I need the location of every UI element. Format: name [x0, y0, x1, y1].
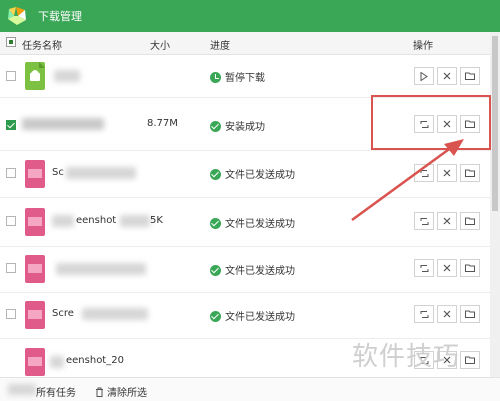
delete-button[interactable]	[437, 259, 457, 277]
image-file-icon	[25, 255, 45, 283]
folder-icon	[465, 356, 475, 364]
check-circle-icon	[210, 218, 221, 229]
all-tasks-link[interactable]: 所有任务	[36, 384, 76, 399]
resume-button[interactable]	[414, 67, 434, 85]
window-title: 下载管理	[38, 10, 82, 23]
refresh-icon	[420, 265, 428, 272]
select-all-checkbox[interactable]	[6, 37, 16, 47]
row-checkbox[interactable]	[6, 71, 16, 81]
column-progress: 进度	[210, 41, 230, 52]
status-text: 文件已发送成功	[210, 262, 295, 277]
delete-button[interactable]	[437, 67, 457, 85]
resend-button[interactable]	[414, 259, 434, 277]
app-logo-icon	[8, 7, 26, 25]
check-circle-icon	[210, 265, 221, 276]
row-actions	[414, 305, 480, 323]
row-checkbox[interactable]	[6, 263, 16, 273]
row-checkbox[interactable]	[6, 309, 16, 319]
table-row[interactable]: Scre 文件已发送成功	[0, 293, 490, 339]
table-header: 任务名称 大小 进度 操作	[0, 32, 490, 55]
footer-bar: 所有任务 清除所选	[0, 377, 500, 401]
folder-icon	[465, 264, 475, 272]
status-text: 文件已发送成功	[210, 308, 295, 323]
file-size: 8.77M	[147, 118, 178, 129]
file-size: 5K	[150, 215, 163, 226]
row-actions	[414, 67, 480, 85]
status-text: 安装成功	[210, 118, 265, 133]
check-circle-icon	[210, 121, 221, 132]
refresh-icon	[420, 311, 428, 318]
image-file-icon	[25, 160, 45, 188]
row-checkbox[interactable]	[6, 168, 16, 178]
scrollbar[interactable]	[490, 32, 500, 377]
table-row[interactable]: 文件已发送成功	[0, 247, 490, 293]
play-icon	[420, 71, 428, 82]
scrollbar-thumb[interactable]	[492, 36, 498, 211]
row-checkbox[interactable]	[6, 216, 16, 226]
column-actions: 操作	[413, 41, 433, 52]
watermark-text: 软件技巧	[352, 342, 461, 372]
open-folder-button[interactable]	[460, 67, 480, 85]
close-icon	[443, 310, 451, 318]
file-name: eenshot_20	[66, 355, 124, 366]
delete-button[interactable]	[437, 305, 457, 323]
table-row[interactable]: 暂停下载	[0, 55, 490, 98]
check-circle-icon	[210, 311, 221, 322]
open-folder-button[interactable]	[460, 259, 480, 277]
status-text: 文件已发送成功	[210, 215, 295, 230]
folder-icon	[465, 72, 475, 80]
column-size: 大小	[150, 41, 170, 52]
file-name: Scre	[52, 308, 74, 319]
android-apk-icon	[25, 62, 45, 90]
file-name: eenshot	[76, 215, 117, 226]
folder-icon	[465, 310, 475, 318]
image-file-icon	[25, 348, 45, 376]
open-folder-button[interactable]	[460, 305, 480, 323]
file-name: Sc	[52, 167, 64, 178]
open-folder-button[interactable]	[460, 351, 480, 369]
title-bar: 下载管理	[0, 0, 500, 32]
close-icon	[443, 264, 451, 272]
annotation-arrow-icon	[351, 139, 464, 222]
row-actions	[414, 259, 480, 277]
clear-selected-button[interactable]: 清除所选	[95, 384, 147, 399]
resend-button[interactable]	[414, 305, 434, 323]
close-icon	[443, 72, 451, 80]
column-name: 任务名称	[22, 41, 62, 52]
image-file-icon	[25, 301, 45, 329]
check-circle-icon	[210, 169, 221, 180]
trash-icon	[96, 387, 103, 397]
status-text: 暂停下载	[210, 69, 265, 84]
image-file-icon	[25, 208, 45, 236]
row-checkbox[interactable]	[6, 120, 16, 130]
clock-icon	[210, 72, 221, 83]
status-text: 文件已发送成功	[210, 166, 295, 181]
